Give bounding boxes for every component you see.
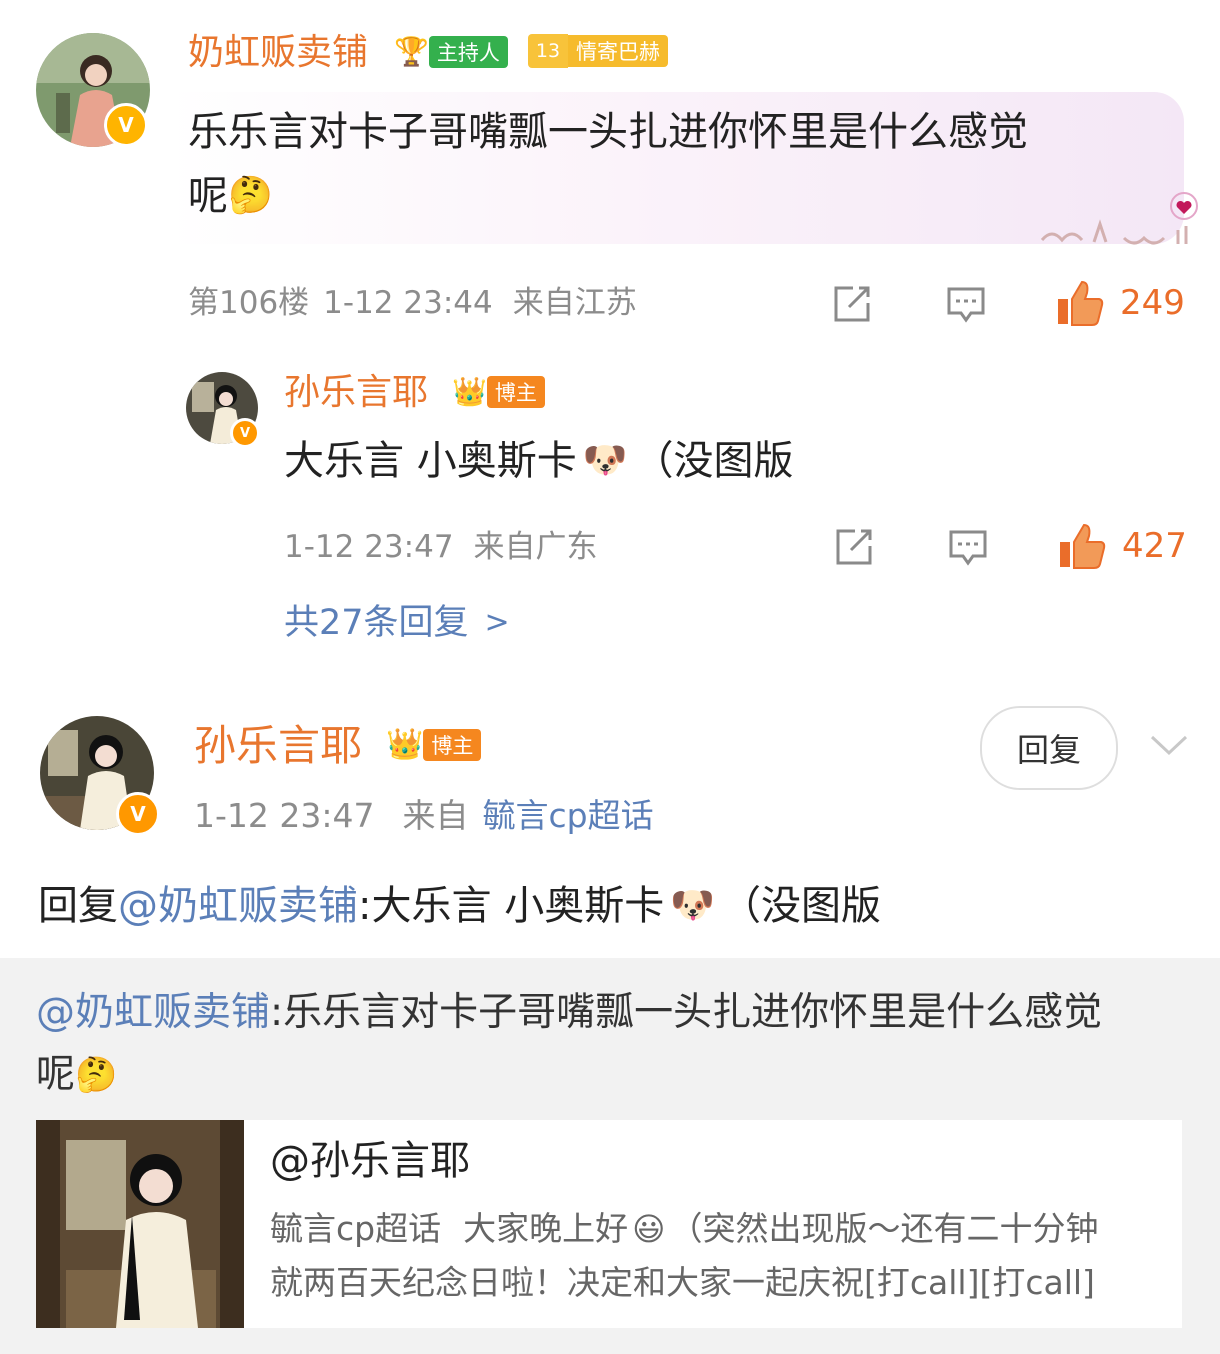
card-thumbnail xyxy=(36,1120,244,1328)
heart-hands-decoration-icon xyxy=(1036,190,1206,250)
comment-time: 1-12 23:44 xyxy=(323,285,493,321)
card-line2: 就两百天纪念日啦！决定和大家一起庆祝[打call][打call] xyxy=(270,1263,1095,1302)
sub-comment-icon[interactable] xyxy=(946,525,990,569)
poster-blogger-tag-label: 博主 xyxy=(423,729,482,761)
comment-meta: 第106楼 1-12 23:44 来自江苏 xyxy=(188,282,637,324)
fan-tag-label: 情寄巴赫 xyxy=(568,35,668,67)
post-meta: 1-12 23:47 来自 毓言cp超话 xyxy=(194,794,654,838)
doge-emoji-icon: 🐶 xyxy=(582,440,628,481)
quoted-mention-link[interactable]: @奶虹贩卖铺 xyxy=(36,990,270,1035)
post-from-label: 来自 xyxy=(402,796,469,835)
poster-crown-icon: 👑 xyxy=(386,727,424,762)
sub-reply-time: 1-12 23:47 xyxy=(284,529,454,565)
poster-username[interactable]: 孙乐言耶 xyxy=(194,720,362,772)
level-diamond-icon: 13 xyxy=(528,34,568,68)
sub-share-icon[interactable] xyxy=(832,525,876,569)
linked-post-card[interactable]: @孙乐言耶 毓言cp超话 大家晚上好 😃 （突然出现版～还有二十分钟 就两百天纪… xyxy=(36,1120,1182,1328)
more-replies-label: 共27条回复 xyxy=(284,603,469,643)
sub-blogger-tag[interactable]: 👑 博主 xyxy=(452,374,545,410)
sub-reply-text: 大乐言 小奥斯卡 🐶 （没图版 xyxy=(284,432,794,490)
post-reply-text: 回复 @奶虹贩卖铺 :大乐言 小奥斯卡 🐶 （没图版 xyxy=(38,878,881,934)
like-icon[interactable] xyxy=(1054,278,1106,328)
post-reply-prefix: 回复 xyxy=(38,883,118,929)
sub-reply-like-count: 427 xyxy=(1122,526,1187,566)
reply-button[interactable]: 回复 xyxy=(980,706,1118,790)
poster-verified-badge-icon: V xyxy=(116,792,160,836)
host-tag[interactable]: 🏆 主持人 xyxy=(394,34,508,70)
sub-reply-meta: 1-12 23:47 来自广东 xyxy=(284,526,598,568)
thinking-emoji-icon: 🤔 xyxy=(228,175,273,216)
commenter-username[interactable]: 奶虹贩卖铺 xyxy=(188,30,368,76)
card-line1: 毓言cp超话 大家晚上好 😃 （突然出现版～还有二十分钟 xyxy=(270,1202,1182,1256)
post-source-link[interactable]: 毓言cp超话 xyxy=(483,794,654,838)
quoted-text: @奶虹贩卖铺:乐乐言对卡子哥嘴瓢一头扎进你怀里是什么感觉 呢 🤔 xyxy=(36,982,1186,1106)
sub-reply-username[interactable]: 孙乐言耶 xyxy=(284,370,428,416)
share-icon[interactable] xyxy=(830,282,874,326)
post-doge-emoji-icon: 🐶 xyxy=(670,885,716,926)
sub-reply-text-suffix: （没图版 xyxy=(633,438,794,484)
sub-blogger-tag-label: 博主 xyxy=(486,376,545,408)
crown-icon: 👑 xyxy=(452,375,487,408)
smile-emoji-icon: 😃 xyxy=(632,1210,666,1248)
comment-location: 来自江苏 xyxy=(512,285,637,321)
card-line1-rest: （突然出现版～还有二十分钟 xyxy=(669,1209,1099,1248)
post-time: 1-12 23:47 xyxy=(194,796,375,835)
post-reply-suffix: （没图版 xyxy=(721,883,882,929)
sub-reply-location: 来自广东 xyxy=(473,529,598,565)
chevron-right-icon: > xyxy=(484,605,510,640)
chevron-down-icon[interactable] xyxy=(1146,728,1192,762)
quoted-thinking-emoji-icon: 🤔 xyxy=(75,1055,118,1095)
sub-verified-badge-icon: V xyxy=(230,418,260,448)
sub-like-icon[interactable] xyxy=(1056,521,1108,571)
sub-reply-text-main: 大乐言 小奥斯卡 xyxy=(284,438,577,484)
quoted-text-line2: 呢 xyxy=(36,1052,76,1097)
more-replies-link[interactable]: 共27条回复 > xyxy=(284,600,510,646)
post-mention-link[interactable]: @奶虹贩卖铺 xyxy=(118,878,358,934)
quoted-text-line1: :乐乐言对卡子哥嘴瓢一头扎进你怀里是什么感觉 xyxy=(270,990,1103,1035)
fan-level-tag[interactable]: 13 情寄巴赫 xyxy=(528,34,668,68)
card-topic: 毓言cp超话 xyxy=(270,1209,442,1248)
comment-text-line1: 乐乐言对卡子哥嘴瓢一头扎进你怀里是什么感觉 xyxy=(188,109,1028,155)
host-tag-label: 主持人 xyxy=(428,36,508,68)
poster-blogger-tag[interactable]: 👑 博主 xyxy=(386,726,482,764)
comment-text: 乐乐言对卡子哥嘴瓢一头扎进你怀里是什么感觉 呢 🤔 xyxy=(188,100,1028,228)
comment-icon[interactable] xyxy=(944,282,988,326)
card-title: @孙乐言耶 xyxy=(270,1138,470,1184)
comment-like-count: 249 xyxy=(1120,283,1185,323)
card-greeting: 大家晚上好 xyxy=(463,1209,629,1248)
comment-text-line2: 呢 xyxy=(188,173,228,219)
post-reply-body: :大乐言 小奥斯卡 xyxy=(358,883,665,929)
verified-badge-icon: V xyxy=(104,103,148,147)
floor-number: 第106楼 xyxy=(188,285,310,321)
trophy-icon: 🏆 xyxy=(394,35,429,68)
